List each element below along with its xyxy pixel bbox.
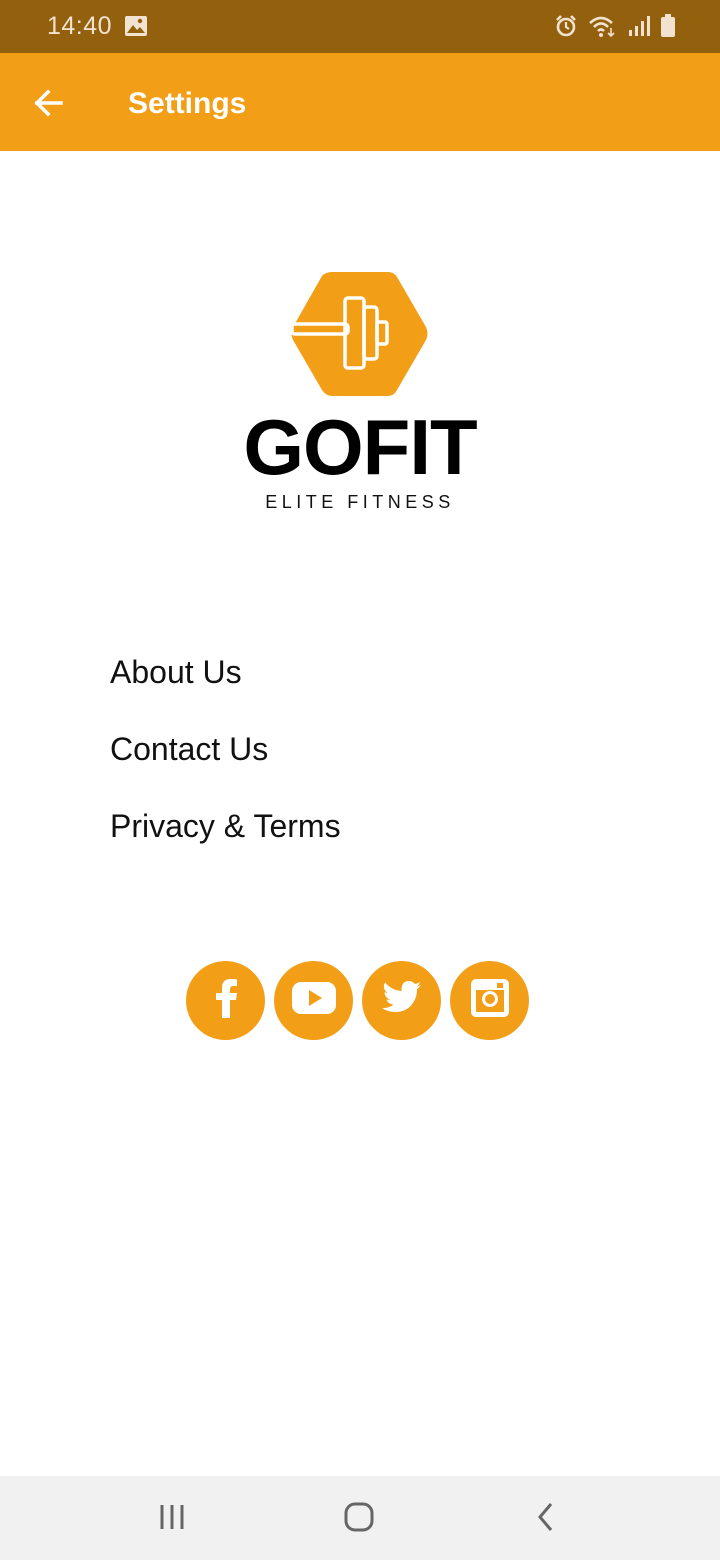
app-bar: Settings	[0, 53, 720, 151]
instagram-button[interactable]	[450, 961, 529, 1040]
status-bar: 14:40	[0, 0, 720, 53]
status-time: 14:40	[47, 12, 113, 40]
menu-item-contact-us[interactable]: Contact Us	[110, 722, 610, 799]
back-button[interactable]	[24, 77, 74, 127]
back-icon	[535, 1502, 557, 1537]
gallery-icon	[124, 15, 148, 37]
recent-apps-icon	[158, 1503, 186, 1536]
dumbbell-hexagon-icon	[288, 272, 430, 401]
battery-icon	[660, 14, 676, 38]
twitter-icon	[381, 981, 422, 1020]
menu-item-privacy-terms[interactable]: Privacy & Terms	[110, 799, 610, 876]
settings-menu: About Us Contact Us Privacy & Terms	[110, 645, 610, 876]
youtube-icon	[291, 982, 336, 1019]
alarm-icon	[554, 14, 578, 38]
brand-name: GOFIT	[243, 403, 477, 491]
facebook-button[interactable]	[186, 961, 265, 1040]
recent-apps-button[interactable]	[142, 1494, 202, 1544]
brand-tagline: ELITE FITNESS	[265, 492, 455, 512]
wifi-icon	[588, 14, 618, 38]
system-nav-bar	[0, 1476, 720, 1560]
instagram-icon	[470, 978, 510, 1023]
nav-back-button[interactable]	[516, 1494, 576, 1544]
youtube-button[interactable]	[274, 961, 353, 1040]
home-icon	[343, 1501, 375, 1538]
menu-item-about-us[interactable]: About Us	[110, 645, 610, 722]
page-title: Settings	[128, 87, 247, 120]
signal-icon	[628, 14, 650, 38]
status-icons	[554, 13, 676, 39]
social-links	[186, 961, 529, 1041]
twitter-button[interactable]	[362, 961, 441, 1040]
home-button[interactable]	[329, 1494, 389, 1544]
brand-logo: GOFIT ELITE FITNESS	[0, 272, 720, 522]
facebook-icon	[213, 978, 239, 1023]
